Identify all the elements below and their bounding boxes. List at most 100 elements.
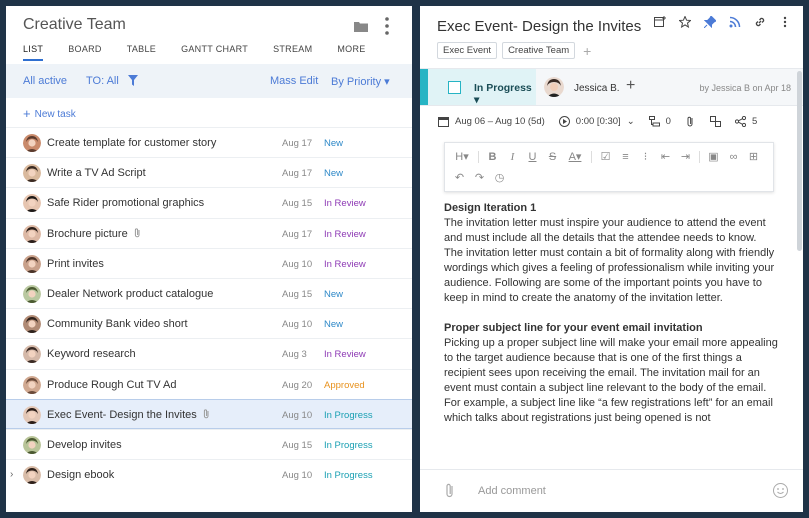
status-badge[interactable]: In Progress (324, 410, 373, 421)
calendar-add-icon[interactable] (654, 16, 666, 28)
status-badge[interactable]: Approved (324, 380, 365, 391)
mass-edit-button[interactable]: Mass Edit (270, 75, 318, 87)
task-name[interactable]: Dealer Network product catalogue (47, 288, 213, 300)
rss-icon[interactable] (729, 16, 741, 28)
strikethrough-icon[interactable]: S (546, 151, 559, 163)
table-row[interactable]: Community Bank video short Aug 10 New (6, 308, 412, 338)
tab-list[interactable]: LIST (23, 44, 44, 61)
play-icon[interactable] (558, 116, 570, 127)
italic-icon[interactable]: I (506, 151, 519, 163)
table-row[interactable]: Produce Rough Cut TV Ad Aug 20 Approved (6, 368, 412, 399)
task-name[interactable]: Keyword research (47, 348, 136, 360)
table-row[interactable]: Print invites Aug 10 In Review (6, 247, 412, 278)
add-assignee-icon[interactable]: + (626, 77, 635, 95)
task-date[interactable]: Aug 17 (282, 138, 312, 149)
task-date[interactable]: Aug 17 (282, 168, 312, 179)
task-name[interactable]: Produce Rough Cut TV Ad (47, 379, 176, 391)
avatar[interactable] (544, 77, 564, 97)
undo-icon[interactable]: ↶ (453, 172, 466, 184)
task-description[interactable]: Design Iteration 1 The invitation letter … (444, 201, 779, 426)
tab-more[interactable]: MORE (337, 44, 365, 61)
attachment-icon[interactable] (445, 483, 454, 498)
heading-icon[interactable]: H▾ (453, 151, 471, 163)
status-badge[interactable]: In Review (324, 198, 366, 209)
status-badge[interactable]: In Review (324, 259, 366, 270)
text-color-icon[interactable]: A▾ (566, 151, 584, 163)
calendar-icon[interactable] (438, 116, 449, 127)
table-row[interactable]: Brochure picture Aug 17 In Review (6, 217, 412, 248)
subtask-icon[interactable] (648, 116, 660, 127)
task-name[interactable]: Brochure picture (47, 228, 141, 240)
table-row[interactable]: Develop invites Aug 15 In Progress (6, 428, 412, 459)
chevron-down-icon[interactable]: ⌄ (627, 116, 635, 127)
history-icon[interactable]: ◷ (493, 172, 506, 184)
table-row[interactable]: Keyword research Aug 3 In Review (6, 338, 412, 368)
link-icon[interactable]: ∞ (727, 151, 740, 163)
tab-gantt-chart[interactable]: GANTT CHART (181, 44, 248, 61)
more-vertical-icon[interactable] (384, 16, 390, 36)
task-date[interactable]: Aug 15 (282, 198, 312, 209)
assignee-filter[interactable]: TO: All (86, 75, 119, 87)
numbered-list-icon[interactable]: ≡ (619, 151, 632, 163)
table-icon[interactable]: ⊞ (747, 151, 760, 163)
comment-input[interactable]: Add comment (478, 485, 546, 497)
task-name[interactable]: Safe Rider promotional graphics (47, 197, 204, 209)
status-dropdown[interactable]: In Progress ▾ (428, 69, 536, 106)
table-row[interactable]: Exec Event- Design the Invites Aug 10 In P… (6, 398, 412, 429)
task-name[interactable]: Community Bank video short (47, 318, 188, 330)
task-date[interactable]: Aug 17 (282, 229, 312, 240)
chevron-right-icon[interactable]: › (10, 469, 13, 480)
more-vertical-icon[interactable] (779, 16, 791, 28)
task-name[interactable]: Write a TV Ad Script (47, 167, 146, 179)
assignee-name[interactable]: Jessica B. (574, 83, 620, 94)
new-task-button[interactable]: + New task (23, 106, 76, 121)
task-name[interactable]: Print invites (47, 258, 104, 270)
task-date[interactable]: Aug 15 (282, 440, 312, 451)
status-badge[interactable]: In Progress (324, 440, 373, 451)
status-badge[interactable]: New (324, 168, 343, 179)
sort-priority-dropdown[interactable]: By Priority ▾ (331, 75, 390, 88)
bullet-list-icon[interactable]: ⁝ (639, 151, 652, 163)
checklist-icon[interactable]: ☑ (599, 151, 612, 163)
task-date[interactable]: Aug 10 (282, 410, 312, 421)
indent-icon[interactable]: ⇥ (679, 151, 692, 163)
table-row[interactable]: Write a TV Ad Script Aug 17 New (6, 157, 412, 187)
status-checkbox[interactable] (448, 81, 461, 94)
table-row[interactable]: Safe Rider promotional graphics Aug 15 In … (6, 187, 412, 217)
task-name[interactable]: Develop invites (47, 439, 122, 451)
folder-icon[interactable] (354, 20, 368, 32)
task-date[interactable]: Aug 10 (282, 470, 312, 481)
tab-stream[interactable]: STREAM (273, 44, 312, 61)
emoji-icon[interactable] (773, 483, 788, 498)
star-icon[interactable] (679, 16, 691, 28)
table-row[interactable]: Dealer Network product catalogue Aug 15 Ne… (6, 277, 412, 308)
task-date[interactable]: Aug 10 (282, 319, 312, 330)
attachment-icon[interactable] (685, 116, 696, 127)
all-active-filter[interactable]: All active (23, 75, 67, 87)
tag-creative-team[interactable]: Creative Team (502, 42, 576, 59)
status-badge[interactable]: In Review (324, 349, 366, 360)
status-badge[interactable]: In Progress (324, 470, 373, 481)
add-tag-icon[interactable]: + (583, 43, 591, 59)
status-badge[interactable]: New (324, 319, 343, 330)
tag-exec-event[interactable]: Exec Event (437, 42, 498, 59)
timer-value[interactable]: 0:00 [0:30] (576, 116, 621, 127)
underline-icon[interactable]: U (526, 151, 539, 163)
task-name[interactable]: Exec Event- Design the Invites (47, 409, 210, 421)
funnel-icon[interactable] (128, 75, 138, 86)
status-badge[interactable]: New (324, 289, 343, 300)
share-icon[interactable] (734, 116, 746, 127)
dependency-icon[interactable] (709, 116, 721, 127)
status-badge[interactable]: New (324, 138, 343, 149)
date-range[interactable]: Aug 06 – Aug 10 (5d) (455, 116, 545, 127)
pin-icon[interactable] (704, 16, 716, 28)
task-title[interactable]: Exec Event- Design the Invites (437, 18, 641, 35)
task-date[interactable]: Aug 15 (282, 289, 312, 300)
task-date[interactable]: Aug 10 (282, 259, 312, 270)
tab-board[interactable]: BOARD (68, 44, 102, 61)
redo-icon[interactable]: ↷ (473, 172, 486, 184)
table-row[interactable]: Create template for customer story Aug 17… (6, 127, 412, 157)
task-name[interactable]: Design ebook (47, 469, 114, 481)
outdent-icon[interactable]: ⇤ (659, 151, 672, 163)
task-date[interactable]: Aug 3 (282, 349, 307, 360)
